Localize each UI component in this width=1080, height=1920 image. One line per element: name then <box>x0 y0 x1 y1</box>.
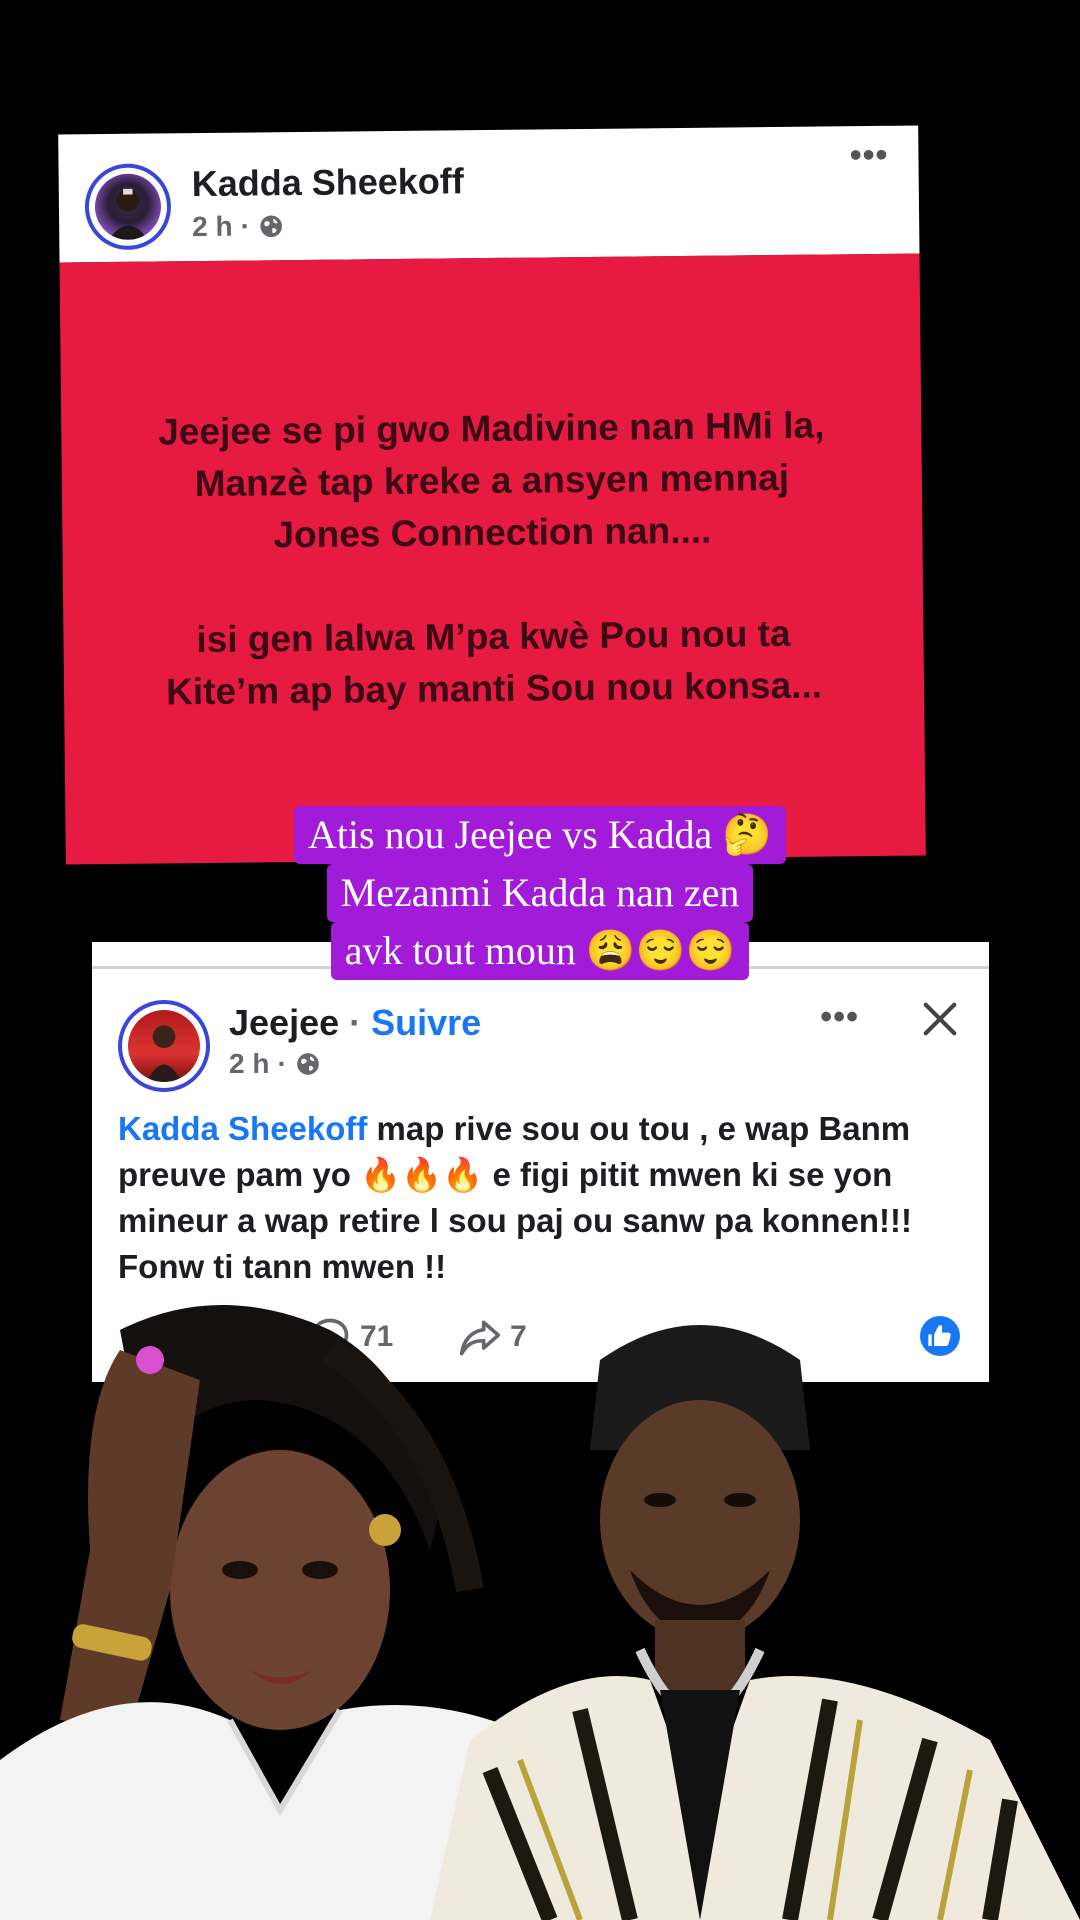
kadda-post-card: Kadda Sheekoff 2 h · ••• Jeejee se pi gw… <box>58 125 926 865</box>
post-meta: 2 h · <box>229 1048 321 1080</box>
man-portrait-image <box>430 1325 1080 1920</box>
post-author-line: Jeejee · Suivre <box>229 1002 481 1044</box>
name-separator: · <box>349 1002 362 1043</box>
kadda-avatar[interactable] <box>84 163 172 251</box>
meta-separator: · <box>240 210 251 242</box>
globe-icon <box>296 1053 319 1075</box>
more-options-icon[interactable]: ••• <box>850 136 889 175</box>
meta-separator: · <box>277 1048 287 1079</box>
post-time: 2 h <box>229 1048 270 1079</box>
post-paragraph-1: Jeejee se pi gwo Madivine nan HMi la, Ma… <box>157 404 825 556</box>
close-icon[interactable] <box>921 1000 959 1038</box>
more-options-icon[interactable]: ••• <box>820 998 859 1037</box>
post-body-text: Kadda Sheekoff map rive sou ou tou , e w… <box>118 1106 968 1290</box>
post-text-background: Jeejee se pi gwo Madivine nan HMi la, Ma… <box>59 253 926 865</box>
post-paragraph-2: isi gen lalwa M’pa kwè Pou nou ta Kite’m… <box>165 612 823 713</box>
post-author-name[interactable]: Jeejee <box>229 1002 339 1043</box>
video-caption: Atis nou Jeejee vs Kadda 🤔 Mezanmi Kadda… <box>0 806 1080 980</box>
post-time: 2 h <box>192 210 233 243</box>
jeejee-avatar[interactable] <box>118 1000 210 1092</box>
caption-line-3: avk tout moun 😩😌😌 <box>330 922 750 980</box>
follow-button[interactable]: Suivre <box>371 1002 481 1043</box>
post-meta: 2 h · <box>192 210 284 243</box>
caption-line-1: Atis nou Jeejee vs Kadda 🤔 <box>293 806 787 864</box>
mention-link[interactable]: Kadda Sheekoff <box>118 1110 367 1147</box>
post-author-name[interactable]: Kadda Sheekoff <box>192 160 464 205</box>
globe-icon <box>260 215 282 238</box>
post-header: Kadda Sheekoff 2 h · ••• <box>58 125 920 263</box>
caption-line-2: Mezanmi Kadda nan zen <box>326 864 754 922</box>
